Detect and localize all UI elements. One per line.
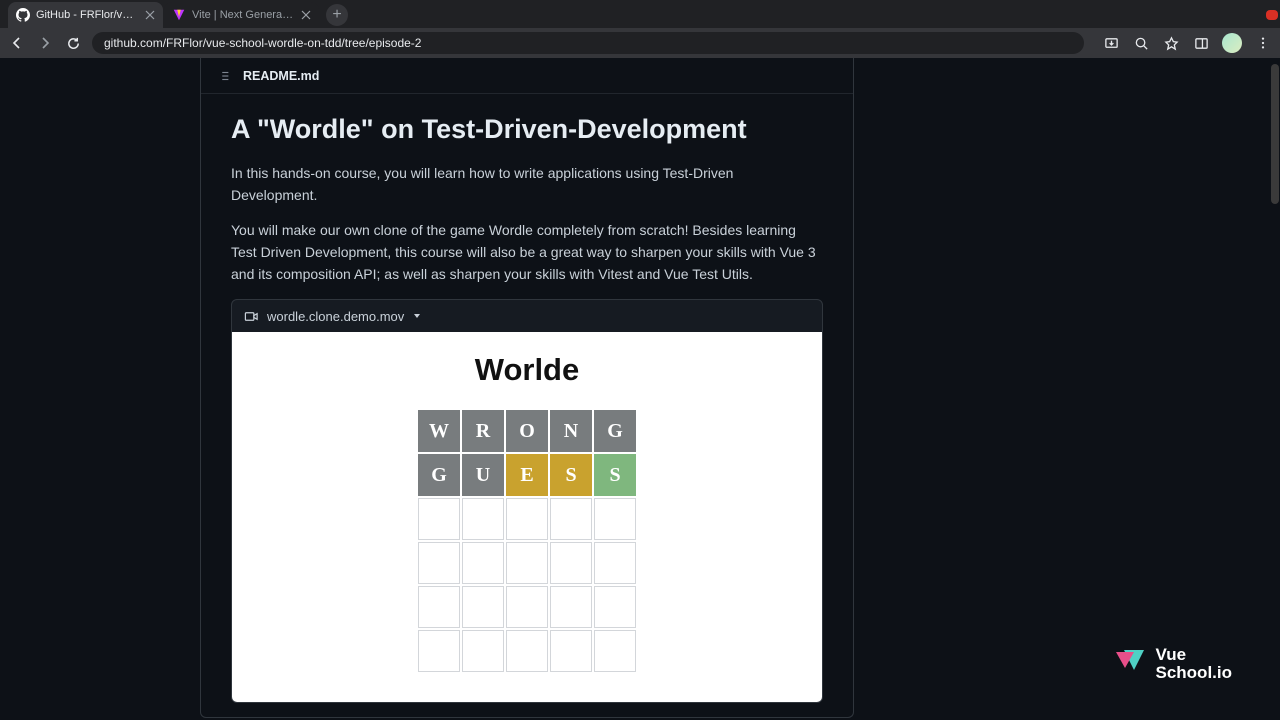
board-cell — [506, 498, 548, 540]
board-cell: R — [462, 410, 504, 452]
board-cell — [506, 630, 548, 672]
board-cell — [418, 542, 460, 584]
board-cell: G — [594, 410, 636, 452]
board-cell — [462, 498, 504, 540]
wordle-board: WRONGGUESS — [244, 410, 810, 672]
sidepanel-icon[interactable] — [1192, 34, 1210, 52]
kebab-menu-icon[interactable] — [1254, 34, 1272, 52]
browser-tab-inactive[interactable]: Vite | Next Generation Fronte — [164, 2, 319, 28]
board-cell: E — [506, 454, 548, 496]
intro-paragraph-1: In this hands-on course, you will learn … — [231, 163, 823, 206]
bookmark-icon[interactable] — [1162, 34, 1180, 52]
readme-header: README.md — [201, 58, 853, 94]
board-cell: U — [462, 454, 504, 496]
video-header[interactable]: wordle.clone.demo.mov — [232, 300, 822, 332]
vueschool-watermark: Vue School.io — [1116, 646, 1233, 682]
board-cell — [506, 542, 548, 584]
watermark-line1: Vue — [1156, 646, 1233, 664]
board-cell — [462, 542, 504, 584]
video-embed: wordle.clone.demo.mov Worlde WRONGGUESS — [231, 299, 823, 703]
profile-avatar[interactable] — [1222, 33, 1242, 53]
zoom-icon[interactable] — [1132, 34, 1150, 52]
github-favicon — [16, 8, 30, 22]
tab-strip: GitHub - FRFlor/vue-school-... Vite | Ne… — [0, 0, 1280, 28]
vueschool-logo-icon — [1116, 650, 1144, 678]
board-cell: G — [418, 454, 460, 496]
intro-paragraph-2: You will make our own clone of the game … — [231, 220, 823, 285]
board-row — [418, 586, 636, 628]
tab-title: Vite | Next Generation Fronte — [192, 9, 295, 21]
board-cell: S — [594, 454, 636, 496]
board-cell — [594, 586, 636, 628]
board-cell: O — [506, 410, 548, 452]
watermark-line2: School.io — [1156, 664, 1233, 682]
game-title: Worlde — [244, 352, 810, 388]
update-indicator[interactable] — [1266, 10, 1278, 20]
readme-panel: README.md A "Wordle" on Test-Driven-Deve… — [200, 58, 854, 718]
vite-favicon — [172, 8, 186, 22]
board-row: GUESS — [418, 454, 636, 496]
reload-button[interactable] — [64, 34, 82, 52]
chevron-down-icon — [412, 311, 422, 321]
url-text: github.com/FRFlor/vue-school-wordle-on-t… — [104, 36, 421, 50]
board-cell — [594, 498, 636, 540]
board-cell — [462, 586, 504, 628]
board-cell — [550, 542, 592, 584]
board-cell — [550, 586, 592, 628]
board-cell — [594, 630, 636, 672]
video-icon — [244, 309, 259, 324]
address-bar[interactable]: github.com/FRFlor/vue-school-wordle-on-t… — [92, 32, 1084, 54]
tab-title: GitHub - FRFlor/vue-school-... — [36, 9, 139, 21]
board-cell — [418, 630, 460, 672]
video-filename: wordle.clone.demo.mov — [267, 309, 404, 324]
board-row: WRONG — [418, 410, 636, 452]
board-cell — [462, 630, 504, 672]
board-row — [418, 542, 636, 584]
list-icon[interactable] — [217, 69, 231, 83]
browser-tab-active[interactable]: GitHub - FRFlor/vue-school-... — [8, 2, 163, 28]
board-cell — [550, 498, 592, 540]
board-cell — [418, 498, 460, 540]
close-icon[interactable] — [301, 10, 311, 20]
board-cell: S — [550, 454, 592, 496]
scrollbar-thumb[interactable] — [1271, 64, 1279, 204]
new-tab-button[interactable]: + — [326, 4, 348, 26]
back-button[interactable] — [8, 34, 26, 52]
board-cell: W — [418, 410, 460, 452]
page-title: A "Wordle" on Test-Driven-Development — [231, 114, 823, 145]
install-icon[interactable] — [1102, 34, 1120, 52]
browser-toolbar: github.com/FRFlor/vue-school-wordle-on-t… — [0, 28, 1280, 58]
board-row — [418, 498, 636, 540]
board-cell — [550, 630, 592, 672]
readme-filename: README.md — [243, 69, 319, 83]
board-row — [418, 630, 636, 672]
forward-button[interactable] — [36, 34, 54, 52]
board-cell — [418, 586, 460, 628]
board-cell: N — [550, 410, 592, 452]
close-icon[interactable] — [145, 10, 155, 20]
readme-body: A "Wordle" on Test-Driven-Development In… — [201, 94, 853, 717]
video-frame[interactable]: Worlde WRONGGUESS — [232, 332, 822, 702]
board-cell — [506, 586, 548, 628]
board-cell — [594, 542, 636, 584]
